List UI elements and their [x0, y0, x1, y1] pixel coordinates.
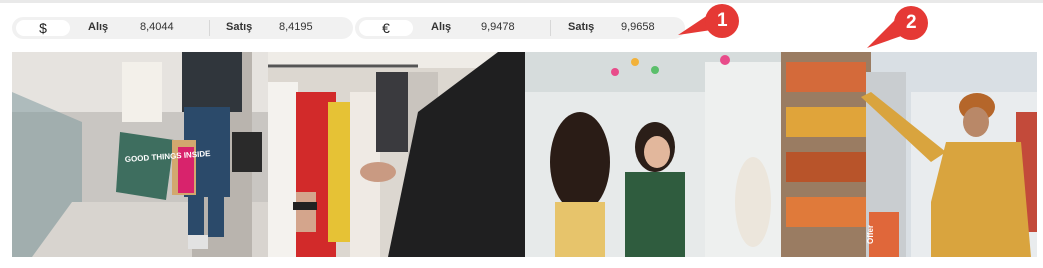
photo-strip: GOOD THINGS INSIDE Offer	[12, 52, 1037, 257]
top-divider	[0, 0, 1043, 3]
eur-symbol: €	[382, 20, 390, 36]
usd-separator	[209, 20, 210, 36]
annotation-2-callout: 2	[861, 6, 933, 50]
usd-sell-value: 8,4195	[279, 21, 313, 33]
eur-currency-pill[interactable]: €	[359, 20, 413, 36]
eur-sell-value: 9,9658	[621, 21, 655, 33]
eur-sell-label: Satış	[568, 21, 595, 33]
eur-separator	[550, 20, 551, 36]
photo-grocery-aisle[interactable]: Offer	[781, 52, 1037, 257]
eur-buy-label: Alış	[431, 21, 452, 33]
eur-buy-value: 9,9478	[481, 21, 515, 33]
usd-currency-pill[interactable]: $	[16, 20, 70, 36]
usd-buy-label: Alış	[88, 21, 109, 33]
usd-buy-value: 8,4044	[140, 21, 174, 33]
offer-sign-text: Offer	[866, 225, 875, 244]
eur-rate-card: € Alış 9,9478 Satış 9,9658	[355, 17, 685, 39]
photo-boutique-shopping[interactable]	[525, 52, 781, 257]
photo-clothing-rack[interactable]	[268, 52, 525, 257]
usd-symbol: $	[39, 20, 47, 36]
annotation-1-callout: 1	[676, 3, 740, 39]
annotation-2-number: 2	[906, 12, 917, 33]
annotation-1-number: 1	[717, 10, 728, 31]
photo-shopper-bags[interactable]: GOOD THINGS INSIDE	[12, 52, 268, 257]
usd-sell-label: Satış	[226, 21, 253, 33]
usd-rate-card: $ Alış 8,4044 Satış 8,4195	[12, 17, 353, 39]
